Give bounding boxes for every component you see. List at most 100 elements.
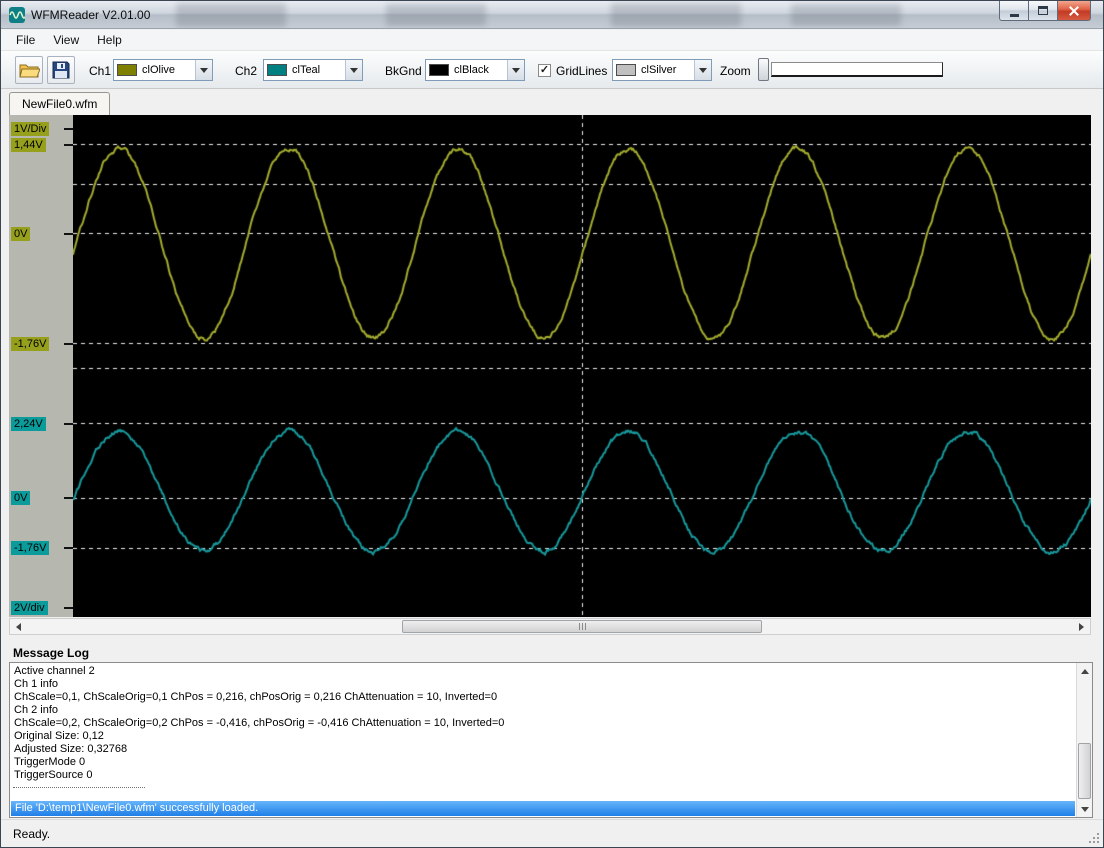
horizontal-scrollbar[interactable] xyxy=(9,618,1091,635)
ch2-color-value: clTeal xyxy=(292,64,321,76)
caption-buttons xyxy=(999,1,1091,21)
ch1-color-select[interactable]: clOlive xyxy=(113,59,213,81)
ch2-label: Ch2 xyxy=(235,64,258,78)
message-log-title: Message Log xyxy=(13,646,90,660)
bkgnd-label: BkGnd xyxy=(385,64,422,78)
tabbar: NewFile0.wfm xyxy=(1,89,1103,115)
axis-tick xyxy=(64,233,73,235)
axis-label: 2,24V xyxy=(11,417,46,431)
log-line[interactable]: TriggerSource 0 xyxy=(10,769,1075,782)
statusbar: Ready. xyxy=(1,819,1103,847)
ch2-color-select[interactable]: clTeal xyxy=(263,59,363,81)
log-line[interactable]: Active channel 2 xyxy=(10,665,1075,678)
log-line[interactable]: ChScale=0,1, ChScaleOrig=0,1 ChPos = 0,2… xyxy=(10,691,1075,704)
axis-label: 1,44V xyxy=(11,138,46,152)
bkgnd-color-select[interactable]: clBlack xyxy=(425,59,525,81)
log-line[interactable]: Original Size: 0,12 xyxy=(10,730,1075,743)
app-window: WFMReader V2.01.00 File View Help Ch1 cl… xyxy=(0,0,1104,848)
status-text: Ready. xyxy=(13,827,51,841)
arrow-left-icon xyxy=(16,622,21,631)
log-line[interactable]: Adjusted Size: 0,32768 xyxy=(10,743,1075,756)
glass-reflection xyxy=(611,3,741,27)
scrollbar-grip-icon xyxy=(581,623,583,630)
menu-item-file[interactable]: File xyxy=(7,30,44,50)
log-scrollbar-thumb[interactable] xyxy=(1078,743,1091,799)
open-folder-icon xyxy=(18,64,40,78)
toolbar: Ch1 clOlive Ch2 clTeal BkGnd clBlack Gri… xyxy=(1,51,1103,89)
log-scroll-up-button[interactable] xyxy=(1077,663,1092,679)
glass-reflection xyxy=(386,4,486,26)
ch1-label: Ch1 xyxy=(89,64,112,78)
chevron-down-icon xyxy=(512,67,520,73)
waveform-canvas[interactable] xyxy=(73,115,1091,617)
zoom-label: Zoom xyxy=(720,64,751,78)
axis-tick xyxy=(64,497,73,499)
maximize-icon xyxy=(1038,6,1048,15)
arrow-up-icon xyxy=(1080,668,1089,674)
ch2-color-swatch xyxy=(267,64,287,76)
app-icon xyxy=(9,7,25,23)
axis-label: 1V/Div xyxy=(11,122,50,136)
log-line[interactable]: ChScale=0,2, ChScaleOrig=0,2 ChPos = -0,… xyxy=(10,717,1075,730)
log-vertical-scrollbar[interactable] xyxy=(1076,663,1092,817)
chevron-down-icon xyxy=(200,67,208,73)
log-line[interactable]: Ch 1 info xyxy=(10,678,1075,691)
axis-label: 0V xyxy=(11,227,31,241)
bkgnd-color-value: clBlack xyxy=(454,64,489,76)
axis-tick xyxy=(64,144,73,146)
close-icon xyxy=(1068,5,1080,17)
gridlines-color-swatch xyxy=(616,64,636,76)
axis-label: -1,76V xyxy=(11,337,50,351)
log-selected-line[interactable]: File 'D:\temp1\NewFile0.wfm' successfull… xyxy=(11,801,1075,816)
message-log-list[interactable]: Active channel 2 Ch 1 info ChScale=0,1, Ch… xyxy=(9,662,1093,818)
bkgnd-combo-arrow-button[interactable] xyxy=(507,60,524,80)
horizontal-scrollbar-thumb[interactable] xyxy=(402,620,762,633)
gridlines-color-select[interactable]: clSilver xyxy=(612,59,712,81)
gridlines-combo-arrow-button[interactable] xyxy=(694,60,711,80)
axis-tick xyxy=(64,547,73,549)
menubar: File View Help xyxy=(1,30,1103,51)
axis-tick xyxy=(64,607,73,609)
axis-label: 0V xyxy=(11,491,31,505)
save-file-button[interactable] xyxy=(47,56,75,84)
chevron-down-icon xyxy=(350,67,358,73)
log-line[interactable]: TriggerMode 0 xyxy=(10,756,1075,769)
waveform-panel: 1V/Div 1,44V 0V -1,76V 2,24V 0V -1,76V 2V/div xyxy=(9,115,1091,617)
bkgnd-color-swatch xyxy=(429,64,449,76)
log-focus-row[interactable] xyxy=(13,787,145,788)
ch1-color-value: clOlive xyxy=(142,64,176,76)
zoom-slider-track[interactable] xyxy=(771,62,943,77)
close-button[interactable] xyxy=(1057,1,1091,21)
axis-tick xyxy=(64,343,73,345)
tab-newfile0[interactable]: NewFile0.wfm xyxy=(9,92,111,115)
maximize-button[interactable] xyxy=(1028,1,1058,21)
glass-reflection xyxy=(791,4,901,26)
glass-reflection xyxy=(176,3,286,27)
scroll-right-button[interactable] xyxy=(1073,619,1090,634)
axis-tick xyxy=(64,423,73,425)
gridlines-color-value: clSilver xyxy=(641,64,677,76)
arrow-right-icon xyxy=(1079,622,1084,631)
ch1-combo-arrow-button[interactable] xyxy=(195,60,212,80)
scroll-left-button[interactable] xyxy=(10,619,27,634)
ch1-color-swatch xyxy=(117,64,137,76)
resize-grip[interactable] xyxy=(1087,831,1099,843)
titlebar[interactable]: WFMReader V2.01.00 xyxy=(1,1,1103,29)
chevron-down-icon xyxy=(699,67,707,73)
axis-label: 2V/div xyxy=(11,601,48,615)
ch2-combo-arrow-button[interactable] xyxy=(345,60,362,80)
log-scroll-down-button[interactable] xyxy=(1077,801,1092,817)
gridlines-label: GridLines xyxy=(556,64,608,78)
minimize-button[interactable] xyxy=(999,1,1029,21)
log-lines: Active channel 2 Ch 1 info ChScale=0,1, Ch… xyxy=(10,665,1075,782)
menu-item-view[interactable]: View xyxy=(44,30,88,50)
menu-item-help[interactable]: Help xyxy=(88,30,131,50)
zoom-slider-thumb[interactable] xyxy=(758,58,769,81)
axis-strip: 1V/Div 1,44V 0V -1,76V 2,24V 0V -1,76V 2V/div xyxy=(9,115,73,617)
open-file-button[interactable] xyxy=(15,56,43,84)
arrow-down-icon xyxy=(1080,806,1089,812)
gridlines-checkbox[interactable] xyxy=(538,64,551,77)
window-title: WFMReader V2.01.00 xyxy=(31,8,151,22)
save-floppy-icon xyxy=(52,61,70,79)
log-line[interactable]: Ch 2 info xyxy=(10,704,1075,717)
